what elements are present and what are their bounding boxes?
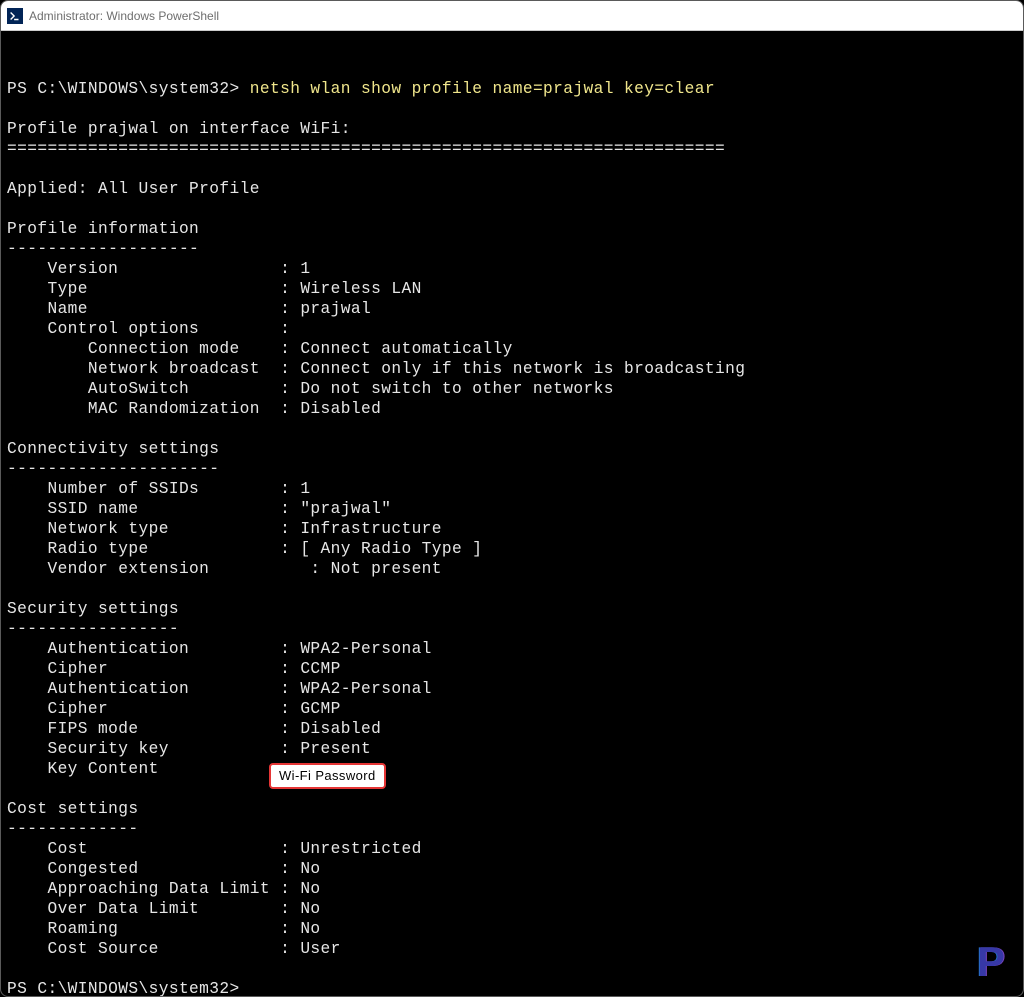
value: Disabled: [300, 720, 381, 738]
row-cipher1: Cipher : CCMP: [7, 660, 341, 678]
row-roaming: Roaming : No: [7, 920, 321, 938]
label: MAC Randomization :: [7, 400, 300, 418]
label: Name :: [7, 300, 300, 318]
section-connectivity-title: Connectivity settings: [7, 440, 219, 458]
label: AutoSwitch :: [7, 380, 300, 398]
row-network-type: Network type : Infrastructure: [7, 520, 442, 538]
value: WPA2-Personal: [300, 640, 431, 658]
row-over-limit: Over Data Limit : No: [7, 900, 321, 918]
value: Not present: [331, 560, 442, 578]
section-profile-dashes: -------------------: [7, 240, 199, 258]
row-auth2: Authentication : WPA2-Personal: [7, 680, 432, 698]
section-cost-dashes: -------------: [7, 820, 138, 838]
value: No: [300, 860, 320, 878]
row-version: Version : 1: [7, 260, 310, 278]
watermark-logo: P: [977, 938, 1005, 986]
row-seckey: Security key : Present: [7, 740, 371, 758]
command-text: netsh wlan show profile name=prajwal key…: [250, 80, 715, 98]
value: CCMP: [300, 660, 340, 678]
value: No: [300, 900, 320, 918]
row-num-ssids: Number of SSIDs : 1: [7, 480, 310, 498]
label: Vendor extension :: [7, 560, 331, 578]
value: prajwal: [300, 300, 371, 318]
row-control-options: Control options :: [7, 320, 290, 338]
label: Over Data Limit :: [7, 900, 300, 918]
value: Disabled: [300, 400, 381, 418]
value: Do not switch to other networks: [300, 380, 614, 398]
row-keycontent: Key Content :: [7, 760, 300, 778]
section-security-dashes: -----------------: [7, 620, 179, 638]
row-mac-randomization: MAC Randomization : Disabled: [7, 400, 381, 418]
label: Roaming :: [7, 920, 300, 938]
value: Unrestricted: [300, 840, 421, 858]
label: Cost :: [7, 840, 300, 858]
row-radio-type: Radio type : [ Any Radio Type ]: [7, 540, 482, 558]
row-autoswitch: AutoSwitch : Do not switch to other netw…: [7, 380, 614, 398]
applied-line: Applied: All User Profile: [7, 180, 260, 198]
value: No: [300, 880, 320, 898]
powershell-window: Administrator: Windows PowerShell PS C:\…: [0, 0, 1024, 997]
value: Present: [300, 740, 371, 758]
value: User: [300, 940, 340, 958]
label: Network broadcast :: [7, 360, 300, 378]
section-profile-title: Profile information: [7, 220, 199, 238]
row-name: Name : prajwal: [7, 300, 371, 318]
label: Approaching Data Limit :: [7, 880, 300, 898]
wifi-password-callout: Wi-Fi Password: [269, 763, 386, 789]
window-title: Administrator: Windows PowerShell: [29, 9, 219, 23]
row-congested: Congested : No: [7, 860, 321, 878]
value: Infrastructure: [300, 520, 442, 538]
row-fips: FIPS mode : Disabled: [7, 720, 381, 738]
value: 1: [300, 480, 310, 498]
label: Authentication :: [7, 680, 300, 698]
window-titlebar[interactable]: Administrator: Windows PowerShell: [1, 1, 1023, 31]
label: Congested :: [7, 860, 300, 878]
section-connectivity-dashes: ---------------------: [7, 460, 219, 478]
row-ssid-name: SSID name : "prajwal": [7, 500, 391, 518]
value: GCMP: [300, 700, 340, 718]
row-appr-limit: Approaching Data Limit : No: [7, 880, 321, 898]
divider: ========================================…: [7, 140, 725, 158]
row-auth1: Authentication : WPA2-Personal: [7, 640, 432, 658]
label: Security key :: [7, 740, 300, 758]
label: Control options :: [7, 320, 290, 338]
label: Cost Source :: [7, 940, 300, 958]
value: Wireless LAN: [300, 280, 421, 298]
value: [ Any Radio Type ]: [300, 540, 482, 558]
value: WPA2-Personal: [300, 680, 431, 698]
row-type: Type : Wireless LAN: [7, 280, 422, 298]
section-security-title: Security settings: [7, 600, 179, 618]
label: FIPS mode :: [7, 720, 300, 738]
prompt-line-1: PS C:\WINDOWS\system32> netsh wlan show …: [7, 80, 715, 98]
prompt-line-2: PS C:\WINDOWS\system32>: [7, 980, 240, 997]
section-cost-title: Cost settings: [7, 800, 138, 818]
value: "prajwal": [300, 500, 391, 518]
label: Type :: [7, 280, 300, 298]
value: Connect only if this network is broadcas…: [300, 360, 745, 378]
powershell-icon: [7, 8, 23, 24]
label: Radio type :: [7, 540, 300, 558]
row-cipher2: Cipher : GCMP: [7, 700, 341, 718]
row-vendor-extension: Vendor extension : Not present: [7, 560, 442, 578]
label: Number of SSIDs :: [7, 480, 300, 498]
label: Cipher :: [7, 660, 300, 678]
label: SSID name :: [7, 500, 300, 518]
label: Cipher :: [7, 700, 300, 718]
label: Version :: [7, 260, 300, 278]
value: 1: [300, 260, 310, 278]
row-connection-mode: Connection mode : Connect automatically: [7, 340, 513, 358]
terminal-output[interactable]: PS C:\WINDOWS\system32> netsh wlan show …: [1, 31, 1023, 997]
row-cost: Cost : Unrestricted: [7, 840, 422, 858]
label: Key Content :: [7, 760, 300, 778]
row-costsrc: Cost Source : User: [7, 940, 341, 958]
label: Authentication :: [7, 640, 300, 658]
label: Connection mode :: [7, 340, 300, 358]
value: Connect automatically: [300, 340, 512, 358]
label: Network type :: [7, 520, 300, 538]
profile-header: Profile prajwal on interface WiFi:: [7, 120, 351, 138]
prompt-text: PS C:\WINDOWS\system32>: [7, 80, 250, 98]
value: No: [300, 920, 320, 938]
row-network-broadcast: Network broadcast : Connect only if this…: [7, 360, 745, 378]
